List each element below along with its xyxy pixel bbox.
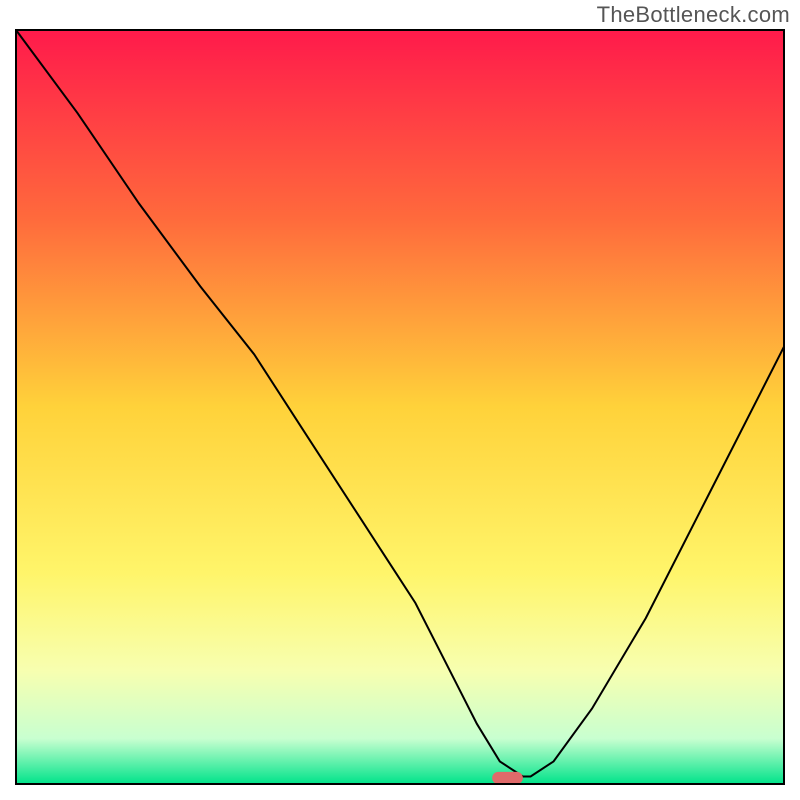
chart-background — [16, 30, 784, 784]
optimum-marker — [492, 772, 523, 784]
chart-stage: TheBottleneck.com — [0, 0, 800, 800]
bottleneck-chart — [0, 0, 800, 800]
watermark-text: TheBottleneck.com — [597, 2, 790, 28]
